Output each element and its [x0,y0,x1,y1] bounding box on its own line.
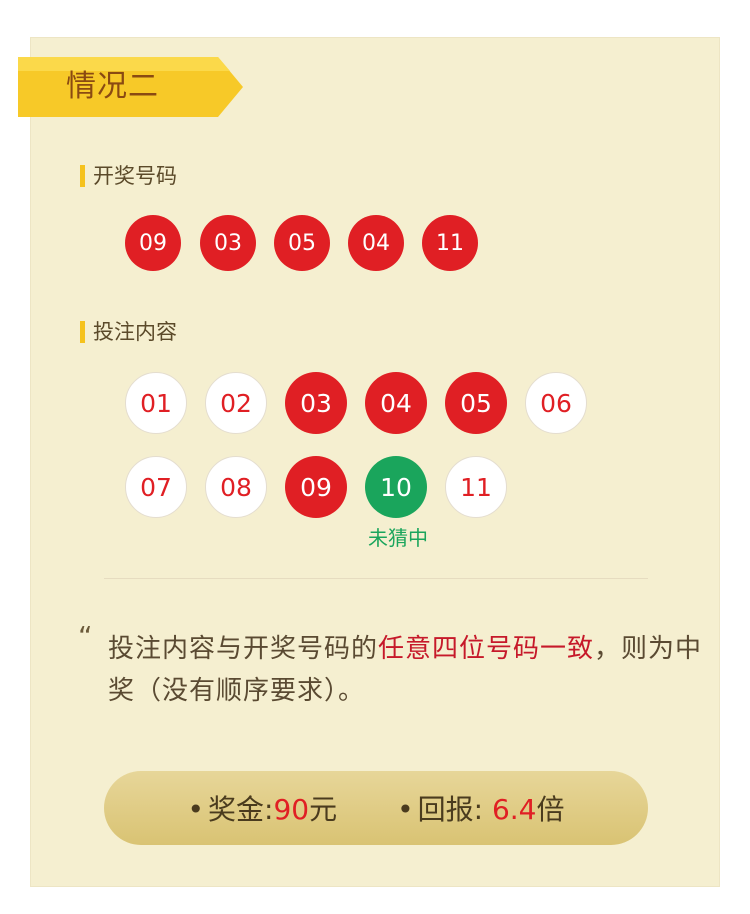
bet-ball-matched: 04 [365,372,427,434]
bonus-label: 奖金: [208,793,274,826]
return-item: • 回报: 6.4倍 [397,788,564,828]
bet-ball-matched: 05 [445,372,507,434]
return-unit: 倍 [536,793,565,826]
draw-ball: 05 [274,215,330,271]
draw-ball: 04 [348,215,404,271]
bullet-icon: • [397,793,414,826]
bet-ball-missed: 10 [365,456,427,518]
return-label: 回报: [417,793,492,826]
note-prefix: 投注内容与开奖号码的 [108,634,379,664]
bonus-item: • 奖金:90元 [187,788,337,828]
draw-title-text: 开奖号码 [93,164,177,188]
title-accent-bar [80,321,85,343]
bet-ball-matched: 03 [285,372,347,434]
bonus-unit: 元 [309,793,338,826]
bet-ball: 02 [205,372,267,434]
draw-ball: 09 [125,215,181,271]
draw-ball: 11 [422,215,478,271]
bet-section-title: 投注内容 [80,320,177,344]
bet-ball: 08 [205,456,267,518]
quote-mark: “ [78,620,93,653]
ribbon-title: 情况二 [66,69,159,104]
bet-ball-matched: 09 [285,456,347,518]
draw-section-title: 开奖号码 [80,164,177,188]
rule-note: 投注内容与开奖号码的任意四位号码一致，则为中奖（没有顺序要求）。 [108,628,718,712]
bullet-icon: • [187,793,204,826]
note-highlight: 任意四位号码一致 [378,634,595,664]
prize-bar: • 奖金:90元 • 回报: 6.4倍 [104,771,648,845]
bet-ball: 07 [125,456,187,518]
return-value: 6.4 [491,793,537,826]
scenario-ribbon: 情况二 [18,57,243,117]
miss-label: 未猜中 [368,526,428,550]
bet-ball: 01 [125,372,187,434]
bonus-value: 90 [273,793,310,826]
bet-ball: 06 [525,372,587,434]
divider [104,578,648,579]
bet-ball: 11 [445,456,507,518]
title-accent-bar [80,165,85,187]
draw-ball: 03 [200,215,256,271]
bet-title-text: 投注内容 [93,320,177,344]
